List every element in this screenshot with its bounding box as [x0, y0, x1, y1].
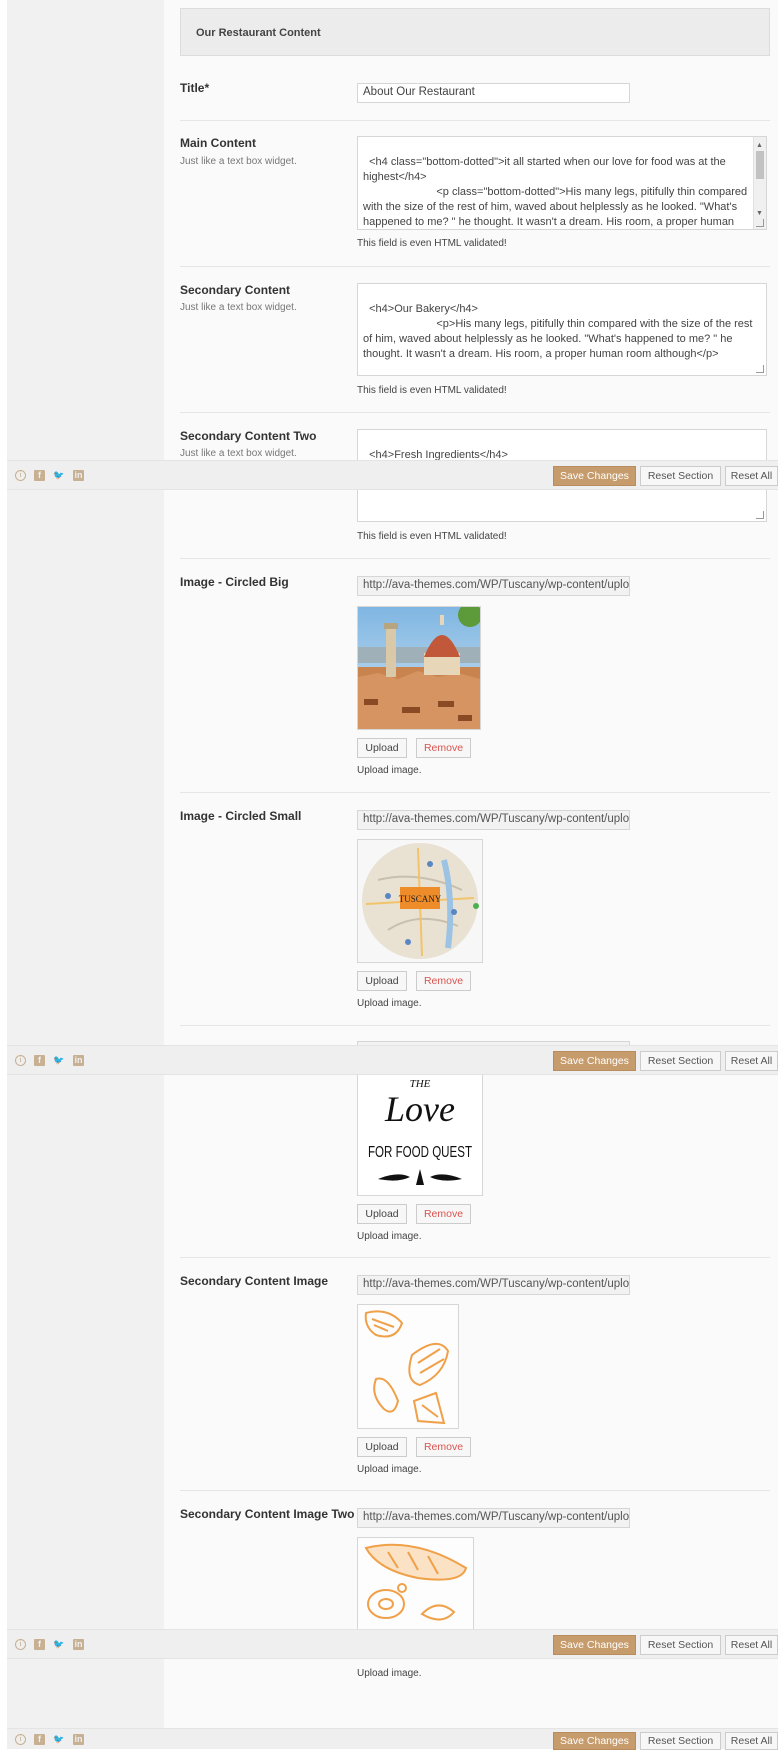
secondary-content-image-two-label: Secondary Content Image Two: [180, 1507, 355, 1521]
divider: [180, 266, 770, 267]
remove-button[interactable]: Remove: [416, 738, 471, 758]
secondary-content-two-label: Secondary Content Two: [180, 429, 317, 443]
info-icon[interactable]: i: [15, 470, 26, 481]
save-changes-button[interactable]: Save Changes: [553, 1051, 636, 1071]
twitter-icon[interactable]: 🐦: [53, 1734, 64, 1745]
secondary-content-image-url[interactable]: http://ava-themes.com/WP/Tuscany/wp-cont…: [357, 1275, 630, 1295]
save-changes-button[interactable]: Save Changes: [553, 466, 636, 486]
admin-sidebar: [7, 0, 165, 1749]
image-preview: [357, 606, 481, 730]
title-label: Title*: [180, 81, 210, 95]
divider: [180, 558, 770, 559]
facebook-icon[interactable]: f: [34, 1734, 45, 1745]
divider: [180, 120, 770, 121]
save-changes-button[interactable]: Save Changes: [553, 1635, 636, 1655]
remove-button[interactable]: Remove: [416, 971, 471, 991]
image-preview: TUSCANY: [357, 839, 483, 963]
main-content-help: This field is even HTML validated!: [357, 238, 507, 249]
secondary-content-image-label: Secondary Content Image: [180, 1274, 329, 1288]
main-content-textarea[interactable]: <h4 class="bottom-dotted">it all started…: [357, 136, 767, 230]
main-content-desc: Just like a text box widget.: [180, 156, 297, 167]
reset-section-button[interactable]: Reset Section: [640, 466, 721, 486]
section-title: Our Restaurant Content: [196, 27, 321, 39]
image-preview: THE Love FOR FOOD QUEST: [357, 1075, 483, 1196]
secondary-content-two-help: This field is even HTML validated!: [357, 531, 507, 542]
twitter-icon[interactable]: 🐦: [53, 1055, 64, 1066]
info-icon[interactable]: i: [15, 1639, 26, 1650]
reset-all-button[interactable]: Reset All: [725, 1051, 778, 1071]
divider: [180, 1025, 770, 1026]
love-lettering-quest: FOR FOOD QUEST: [368, 1144, 472, 1161]
pastry-illustration: [358, 1305, 458, 1428]
save-changes-button[interactable]: Save Changes: [553, 1732, 636, 1750]
secondary-content-label: Secondary Content: [180, 283, 291, 297]
divider: [180, 412, 770, 413]
title-input[interactable]: About Our Restaurant: [357, 83, 630, 103]
reset-section-button[interactable]: Reset Section: [640, 1732, 721, 1750]
reset-section-button[interactable]: Reset Section: [640, 1051, 721, 1071]
info-icon[interactable]: i: [15, 1055, 26, 1066]
reset-all-button[interactable]: Reset All: [725, 466, 778, 486]
secondary-content-image-two-url[interactable]: http://ava-themes.com/WP/Tuscany/wp-cont…: [357, 1508, 630, 1528]
resize-handle[interactable]: [756, 219, 764, 227]
florence-image: [358, 607, 480, 729]
divider: [180, 1490, 770, 1491]
facebook-icon[interactable]: f: [34, 1055, 45, 1066]
options-toolbar: i f 🐦 in Save Changes Reset Section Rese…: [7, 460, 778, 490]
options-toolbar: i f 🐦 in Save Changes Reset Section Rese…: [7, 1629, 778, 1659]
secondary-content-image-help: Upload image.: [357, 1464, 422, 1475]
section-header: Our Restaurant Content: [180, 8, 770, 56]
image-circled-big-url[interactable]: http://ava-themes.com/WP/Tuscany/wp-cont…: [357, 576, 630, 596]
upload-button[interactable]: Upload: [357, 1204, 407, 1224]
image-preview: [357, 1304, 459, 1429]
remove-button[interactable]: Remove: [416, 1437, 471, 1457]
twitter-icon[interactable]: 🐦: [53, 470, 64, 481]
facebook-icon[interactable]: f: [34, 470, 45, 481]
linkedin-icon[interactable]: in: [73, 1734, 84, 1745]
linkedin-icon[interactable]: in: [73, 470, 84, 481]
secondary-content-text: <h4>Our Bakery</h4> <p>His many legs, pi…: [363, 303, 753, 360]
map-logo-text: TUSCANY: [399, 894, 442, 904]
secondary-content-image-two-help: Upload image.: [357, 1668, 422, 1679]
options-toolbar: i f 🐦 in Save Changes Reset Section Rese…: [7, 1045, 778, 1075]
options-toolbar-bottom: i f 🐦 in Save Changes Reset Section Rese…: [7, 1728, 778, 1750]
main-content-text: <h4 class="bottom-dotted">it all started…: [363, 156, 748, 228]
info-icon[interactable]: i: [15, 1734, 26, 1745]
upload-button[interactable]: Upload: [357, 1437, 407, 1457]
image-circled-big-help: Upload image.: [357, 765, 422, 776]
linkedin-icon[interactable]: in: [73, 1055, 84, 1066]
upload-button[interactable]: Upload: [357, 738, 407, 758]
scroll-thumb[interactable]: [756, 151, 764, 179]
image-circled-small-url[interactable]: http://ava-themes.com/WP/Tuscany/wp-cont…: [357, 810, 630, 830]
image-love-help: Upload image.: [357, 1231, 422, 1242]
reset-all-button[interactable]: Reset All: [725, 1732, 778, 1750]
textarea-scrollbar[interactable]: ▲ ▼: [753, 137, 766, 229]
reset-section-button[interactable]: Reset Section: [640, 1635, 721, 1655]
linkedin-icon[interactable]: in: [73, 1639, 84, 1650]
facebook-icon[interactable]: f: [34, 1639, 45, 1650]
map-image: TUSCANY: [358, 840, 482, 962]
upload-button[interactable]: Upload: [357, 971, 407, 991]
divider: [180, 792, 770, 793]
image-circled-small-help: Upload image.: [357, 998, 422, 1009]
divider: [180, 1257, 770, 1258]
image-circled-small-label: Image - Circled Small: [180, 809, 302, 823]
secondary-content-desc: Just like a text box widget.: [180, 302, 297, 313]
resize-handle[interactable]: [756, 511, 764, 519]
reset-all-button[interactable]: Reset All: [725, 1635, 778, 1655]
resize-handle[interactable]: [756, 365, 764, 373]
bread-illustration: [358, 1538, 473, 1629]
remove-button[interactable]: Remove: [416, 1204, 471, 1224]
image-preview: [357, 1537, 474, 1629]
secondary-content-two-desc: Just like a text box widget.: [180, 448, 297, 459]
love-lettering-love: Love: [384, 1089, 455, 1129]
twitter-icon[interactable]: 🐦: [53, 1639, 64, 1650]
secondary-content-help: This field is even HTML validated!: [357, 385, 507, 396]
love-food-quest-image: THE Love FOR FOOD QUEST: [358, 1075, 482, 1195]
main-content-label: Main Content: [180, 136, 256, 150]
secondary-content-textarea[interactable]: <h4>Our Bakery</h4> <p>His many legs, pi…: [357, 283, 767, 376]
image-circled-big-label: Image - Circled Big: [180, 575, 289, 589]
